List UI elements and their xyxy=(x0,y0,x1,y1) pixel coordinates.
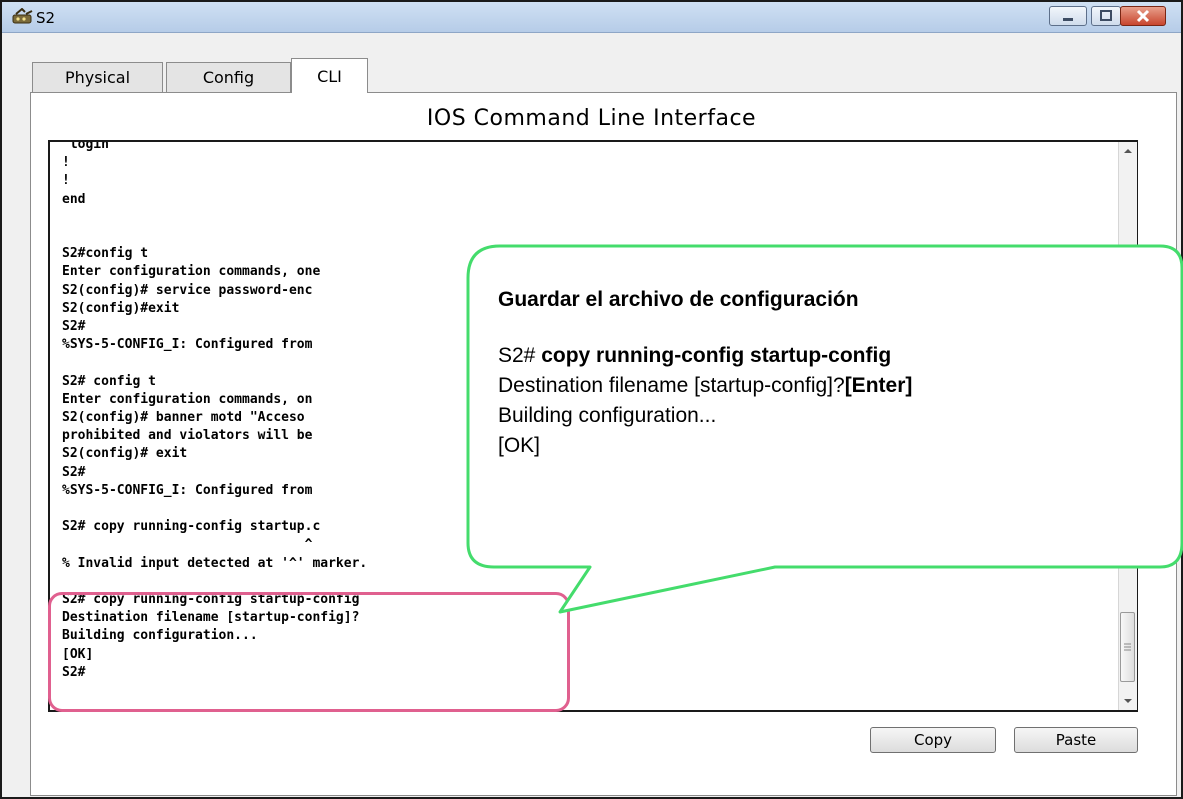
callout-ok-line: [OK] xyxy=(498,434,541,457)
callout-prompt: S2# xyxy=(498,344,542,367)
callout-destination: Destination filename [startup-config]? xyxy=(498,374,845,397)
callout-building-line: Building configuration... xyxy=(498,404,717,427)
callout-command: copy running-config startup-config xyxy=(541,344,892,367)
callout-enter-key: [Enter] xyxy=(844,374,913,397)
tab-cli[interactable]: CLI xyxy=(291,58,368,93)
callout-destination-line: Destination filename [startup-config]?[E… xyxy=(498,372,1158,402)
callout-title: Guardar el archivo de configuración xyxy=(498,288,859,311)
callout-content: Guardar el archivo de configuración S2# … xyxy=(498,286,1158,462)
callout-command-line: S2# copy running-config startup-config xyxy=(498,342,1158,372)
